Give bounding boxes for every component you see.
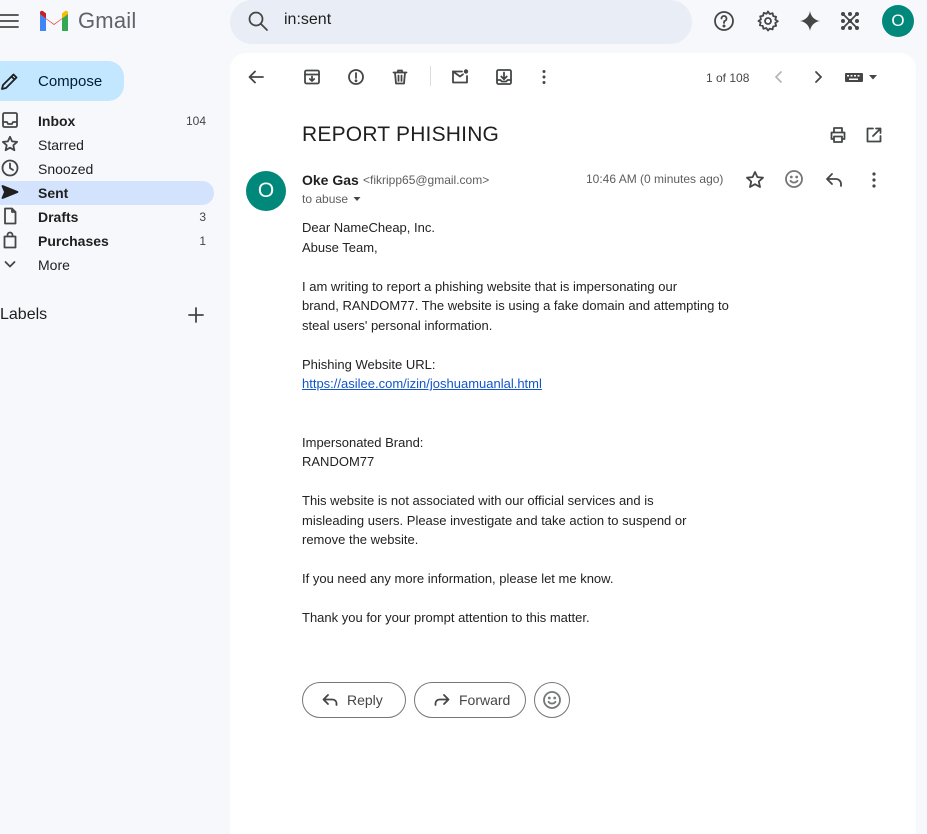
email-view-panel: 1 of 108 REPORT PHISHING O Oke Gas <fikr…	[230, 53, 916, 834]
phishing-url-link[interactable]: https://asilee.com/izin/joshuamuanlal.ht…	[302, 376, 542, 391]
body-line: remove the website.	[302, 532, 419, 547]
pencil-icon	[1, 73, 18, 90]
more-vert-icon[interactable]	[535, 68, 553, 86]
sidebar-item-inbox[interactable]: Inbox 104	[0, 109, 214, 133]
move-to-icon[interactable]	[495, 68, 513, 86]
unread-count: 1	[199, 234, 206, 248]
body-line: Phishing Website URL:	[302, 356, 436, 372]
chevron-right-icon[interactable]	[809, 68, 827, 86]
sidebar-item-label: Purchases	[38, 233, 109, 249]
forward-button[interactable]: Forward	[414, 682, 526, 718]
app-name: Gmail	[78, 8, 137, 33]
body-line: steal users' personal information.	[302, 317, 493, 333]
forward-label: Forward	[459, 692, 511, 708]
sidebar-item-starred[interactable]: Starred	[0, 133, 214, 157]
sender-name[interactable]: Oke Gas	[302, 172, 359, 188]
unread-count: 104	[185, 114, 206, 128]
search-bar[interactable]	[230, 0, 904, 44]
reply-button[interactable]: Reply	[302, 682, 406, 718]
inbox-icon	[2, 112, 18, 128]
chevron-down-icon	[4, 261, 16, 268]
report-spam-icon[interactable]	[347, 68, 365, 86]
add-label-plus-icon[interactable]	[187, 306, 205, 324]
shopping-bag-icon	[3, 231, 17, 249]
gmail-m-icon	[40, 10, 68, 31]
sidebar-item-more[interactable]: More	[0, 253, 214, 277]
email-timestamp: 10:46 AM (0 minutes ago)	[586, 172, 724, 186]
sidebar-item-snoozed[interactable]: Snoozed	[0, 157, 214, 181]
archive-icon[interactable]	[303, 68, 321, 86]
clock-icon	[1, 159, 19, 177]
compose-label: Compose	[38, 73, 103, 90]
delete-trash-icon[interactable]	[391, 68, 409, 86]
sidebar-item-label: Inbox	[38, 113, 76, 129]
star-icon[interactable]	[745, 170, 765, 190]
body-line: Impersonated Brand:	[302, 434, 424, 450]
search-input[interactable]	[284, 11, 614, 29]
body-line: Dear NameCheap, Inc.	[302, 220, 435, 235]
sender-email: <fikripp65@gmail.com>	[363, 173, 490, 187]
sidebar-item-label: More	[38, 257, 70, 273]
body-line: If you need any more information, please…	[302, 571, 614, 586]
sender-avatar[interactable]: O	[246, 171, 286, 211]
chevron-left-icon[interactable]	[770, 68, 788, 86]
body-line: This website is not associated with our …	[302, 493, 654, 508]
pagination-count: 1 of 108	[706, 71, 750, 85]
reply-arrow-icon[interactable]	[824, 170, 844, 190]
reply-arrow-icon	[322, 694, 338, 706]
send-icon	[1, 185, 19, 199]
print-icon[interactable]	[829, 126, 847, 144]
labels-heading: Labels	[0, 306, 48, 323]
caret-down-icon[interactable]	[352, 194, 362, 204]
email-subject: REPORT PHISHING	[302, 123, 500, 146]
search-icon[interactable]	[247, 10, 269, 32]
sidebar-item-label: Starred	[38, 137, 84, 153]
account-avatar[interactable]: O	[882, 5, 914, 37]
unread-count: 3	[199, 210, 206, 224]
recipient-text: to abuse	[302, 192, 349, 206]
gemini-sparkle-icon[interactable]	[799, 10, 821, 32]
sidebar-item-purchases[interactable]: Purchases 1	[0, 229, 214, 253]
body-line: misleading users. Please investigate and…	[302, 512, 687, 528]
body-line: Abuse Team,	[302, 239, 378, 255]
settings-gear-icon[interactable]	[757, 10, 779, 32]
compose-button[interactable]: Compose	[0, 61, 124, 101]
gmail-logo[interactable]: Gmail	[38, 8, 136, 34]
emoji-reaction-button[interactable]	[534, 682, 570, 718]
sidebar-item-label: Sent	[38, 185, 69, 201]
apps-grid-icon[interactable]	[839, 10, 861, 32]
body-line: RANDOM77	[302, 454, 375, 469]
sidebar-item-label: Snoozed	[38, 161, 94, 177]
toolbar-divider	[430, 66, 431, 86]
body-line: Thank you for your prompt attention to t…	[302, 610, 590, 625]
draft-file-icon	[4, 207, 17, 225]
forward-arrow-icon	[434, 694, 450, 706]
mark-unread-icon[interactable]	[451, 68, 469, 86]
more-vert-icon[interactable]	[864, 170, 884, 190]
open-new-window-icon[interactable]	[865, 126, 883, 144]
star-icon	[2, 135, 18, 152]
keyboard-input-icon[interactable]	[844, 69, 880, 85]
sidebar-item-sent[interactable]: Sent	[0, 181, 214, 205]
body-line: brand, RANDOM77. The website is using a …	[302, 298, 729, 313]
emoji-react-icon[interactable]	[784, 169, 804, 189]
reply-label: Reply	[347, 692, 383, 708]
back-arrow-icon[interactable]	[247, 68, 265, 86]
recipient-line[interactable]: to abuse	[302, 192, 362, 206]
emoji-icon	[543, 691, 561, 709]
body-line: I am writing to report a phishing websit…	[302, 278, 678, 294]
sidebar-item-drafts[interactable]: Drafts 3	[0, 205, 214, 229]
menu-icon[interactable]	[0, 11, 20, 31]
sidebar-item-label: Drafts	[38, 209, 79, 225]
email-body: Dear NameCheap, Inc. Abuse Team, I am wr…	[302, 218, 742, 628]
help-icon[interactable]	[713, 10, 735, 32]
